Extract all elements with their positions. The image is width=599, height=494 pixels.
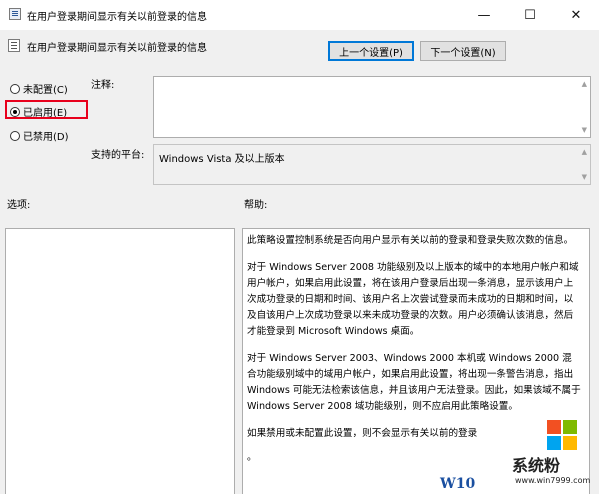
radio-disabled[interactable]: 已禁用(D) [10, 128, 69, 143]
close-button[interactable]: ✕ [553, 0, 599, 30]
next-setting-button[interactable]: 下一个设置(N) [420, 41, 506, 61]
previous-setting-button[interactable]: 上一个设置(P) [328, 41, 414, 61]
scroll-up-icon[interactable]: ▲ [582, 80, 587, 88]
radio-not-configured-label: 未配置(C) [23, 85, 68, 96]
platform-field: Windows Vista 及以上版本 ▲ ▼ [153, 144, 591, 185]
help-label: 帮助: [244, 200, 268, 211]
window-title: 在用户登录期间显示有关以前登录的信息 [27, 12, 207, 23]
radio-not-configured[interactable]: 未配置(C) [10, 81, 68, 96]
scroll-down-icon[interactable]: ▼ [582, 173, 587, 181]
policy-title: 在用户登录期间显示有关以前登录的信息 [27, 43, 207, 54]
comment-textarea[interactable]: ▲ ▼ [153, 76, 591, 138]
title-bar: 在用户登录期间显示有关以前登录的信息 — ☐ ✕ [0, 0, 599, 30]
radio-disabled-circle[interactable] [10, 130, 20, 141]
scroll-down-icon[interactable]: ▼ [582, 126, 587, 134]
comment-scrollbar[interactable]: ▲ ▼ [578, 77, 590, 137]
scroll-up-icon[interactable]: ▲ [582, 148, 587, 156]
minimize-icon: — [477, 7, 491, 23]
windows-logo-icon [547, 420, 577, 450]
maximize-icon: ☐ [524, 7, 536, 23]
options-label: 选项: [7, 200, 31, 211]
help-paragraph: 对于 Windows Server 2003、Windows 2000 本机或 … [247, 353, 581, 412]
policy-app-icon [9, 8, 21, 20]
maximize-button[interactable]: ☐ [507, 0, 553, 30]
highlight-annotation [5, 100, 88, 119]
minimize-button[interactable]: — [461, 0, 507, 30]
help-paragraph: 如果禁用或未配置此设置，则不会显示有关以前的登录 [247, 428, 478, 439]
policy-setting-icon [8, 39, 20, 52]
win10-watermark: W10 [440, 476, 476, 492]
platform-value: Windows Vista 及以上版本 [159, 154, 285, 165]
comment-label: 注释: [91, 80, 115, 91]
radio-not-configured-circle[interactable] [10, 83, 20, 94]
radio-disabled-label: 已禁用(D) [23, 132, 69, 143]
options-pane [5, 228, 235, 494]
help-paragraph: 此策略设置控制系统是否向用户显示有关以前的登录和登录失败次数的信息。 [247, 235, 574, 246]
help-paragraph: 对于 Windows Server 2008 功能级别及以上版本的域中的本地用户… [247, 262, 579, 337]
watermark-url: www.win7999.com [515, 476, 591, 485]
watermark-site-name: 系统粉 [512, 456, 561, 475]
platform-scrollbar[interactable]: ▲ ▼ [578, 145, 590, 184]
close-icon: ✕ [570, 7, 582, 23]
platform-label: 支持的平台: [91, 150, 145, 161]
